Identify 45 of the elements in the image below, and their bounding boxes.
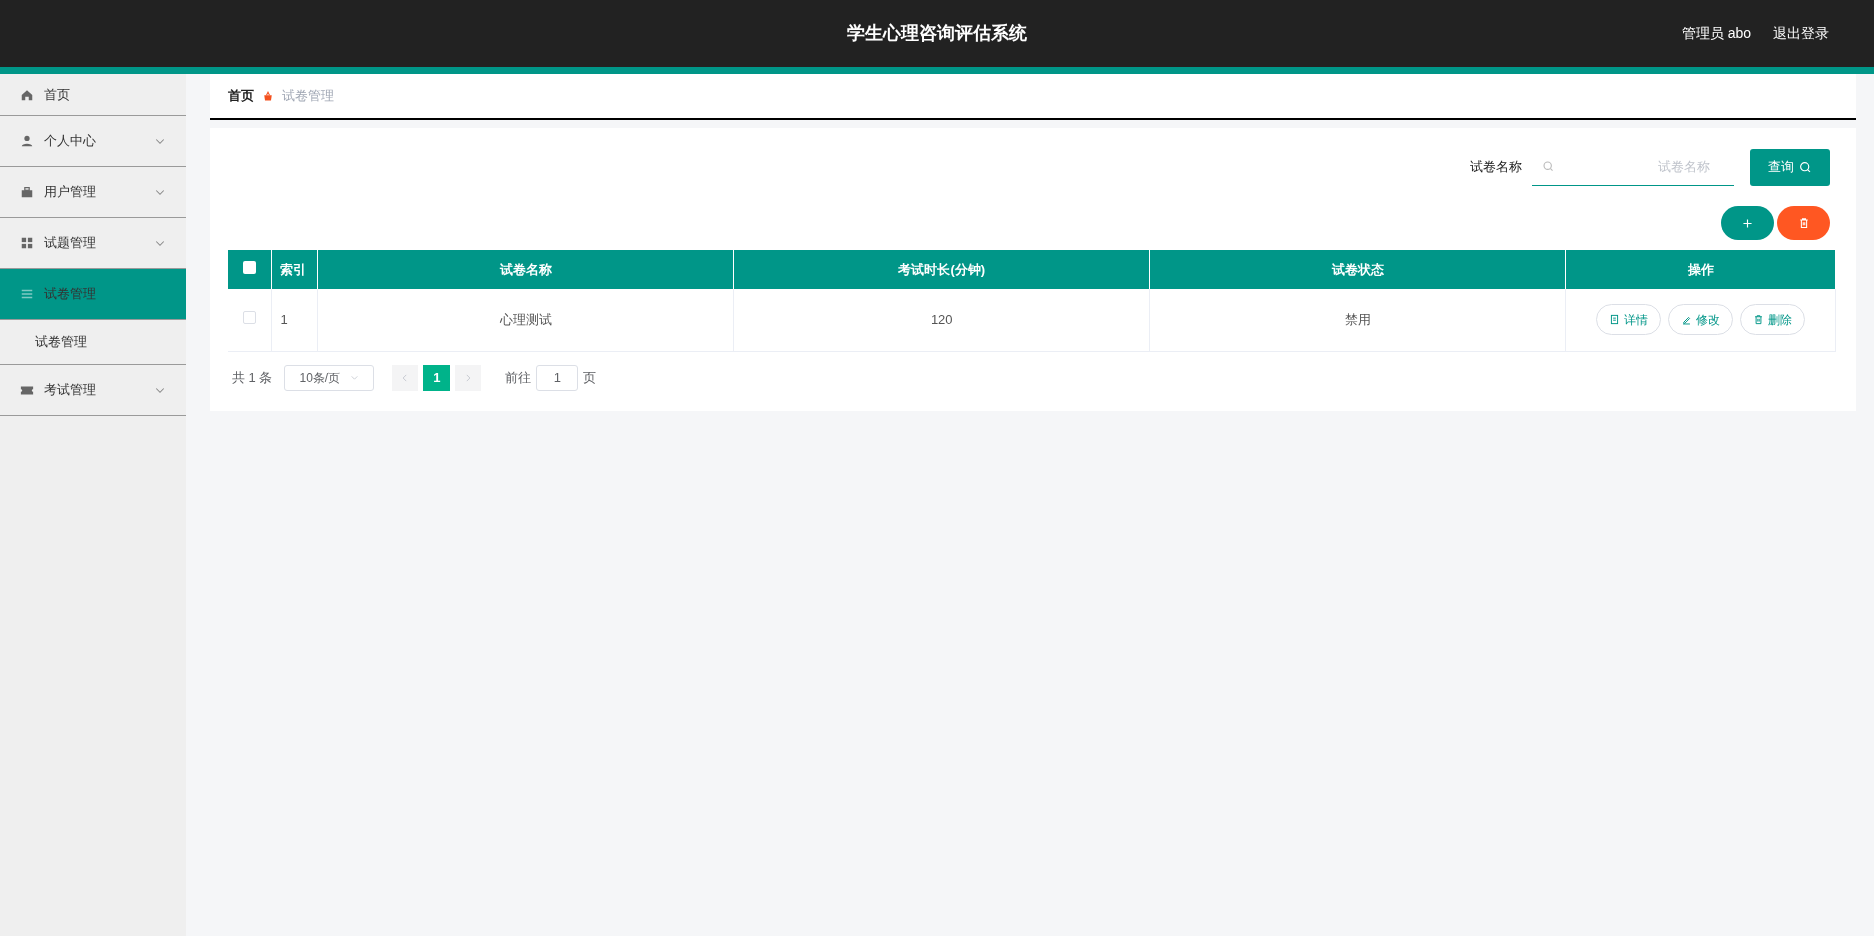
sidebar-item[interactable]: 首页 — [0, 74, 186, 116]
total-count: 共 1 条 — [232, 368, 273, 387]
table-cell: 1 — [272, 289, 318, 351]
goto-label: 前往 — [505, 368, 532, 387]
search-icon — [1542, 160, 1555, 173]
query-button[interactable]: 查询 — [1750, 148, 1830, 186]
table-cell: 120 — [733, 289, 1150, 351]
add-button[interactable] — [1721, 206, 1774, 240]
search-field[interactable]: 试卷名称 — [1532, 148, 1734, 186]
page-size-select[interactable]: 10条/页 — [284, 364, 375, 391]
grid-icon — [20, 236, 34, 250]
search-label: 试卷名称 — [1470, 158, 1522, 177]
column-header: 试卷名称 — [317, 250, 734, 289]
user-icon — [20, 134, 34, 148]
table-cell: 禁用 — [1149, 289, 1566, 351]
sidebar-item[interactable]: 用户管理 — [0, 167, 186, 218]
sidebar-item[interactable]: 个人中心 — [0, 116, 186, 167]
system-title: 学生心理咨询评估系统 — [847, 22, 1027, 45]
document-icon — [1609, 314, 1620, 326]
column-header: 试卷状态 — [1149, 250, 1566, 289]
table-cell: 心理测试 — [317, 289, 734, 351]
briefcase-icon — [20, 185, 34, 199]
column-header: 考试时长(分钟) — [733, 250, 1150, 289]
chevron-down-icon — [350, 373, 360, 382]
list-icon — [20, 287, 34, 301]
admin-user-label: 管理员 abo — [1681, 24, 1751, 43]
page-suffix-label: 页 — [583, 368, 597, 387]
search-icon — [1799, 160, 1812, 174]
checkbox[interactable] — [243, 311, 257, 324]
pencil-icon — [1681, 314, 1692, 326]
plus-icon — [1741, 216, 1754, 230]
delete-button[interactable] — [1777, 206, 1830, 240]
trash-icon — [1797, 217, 1810, 229]
column-header: 操作 — [1565, 250, 1836, 289]
trash-icon — [1753, 314, 1764, 326]
goto-page-field[interactable]: 1 — [536, 364, 579, 391]
logout-link[interactable]: 退出登录 — [1773, 23, 1829, 44]
checkbox[interactable] — [243, 260, 257, 274]
breadcrumb-item[interactable]: 首页 — [228, 86, 254, 106]
sidebar-subitem[interactable]: 试卷管理 — [0, 320, 186, 365]
sidebar-item[interactable]: 试卷管理 — [0, 269, 186, 320]
sidebar-item[interactable]: 考试管理 — [0, 365, 186, 416]
column-header: 索引 — [272, 250, 318, 289]
basket-icon — [262, 90, 274, 102]
breadcrumb-item: 试卷管理 — [282, 87, 334, 106]
